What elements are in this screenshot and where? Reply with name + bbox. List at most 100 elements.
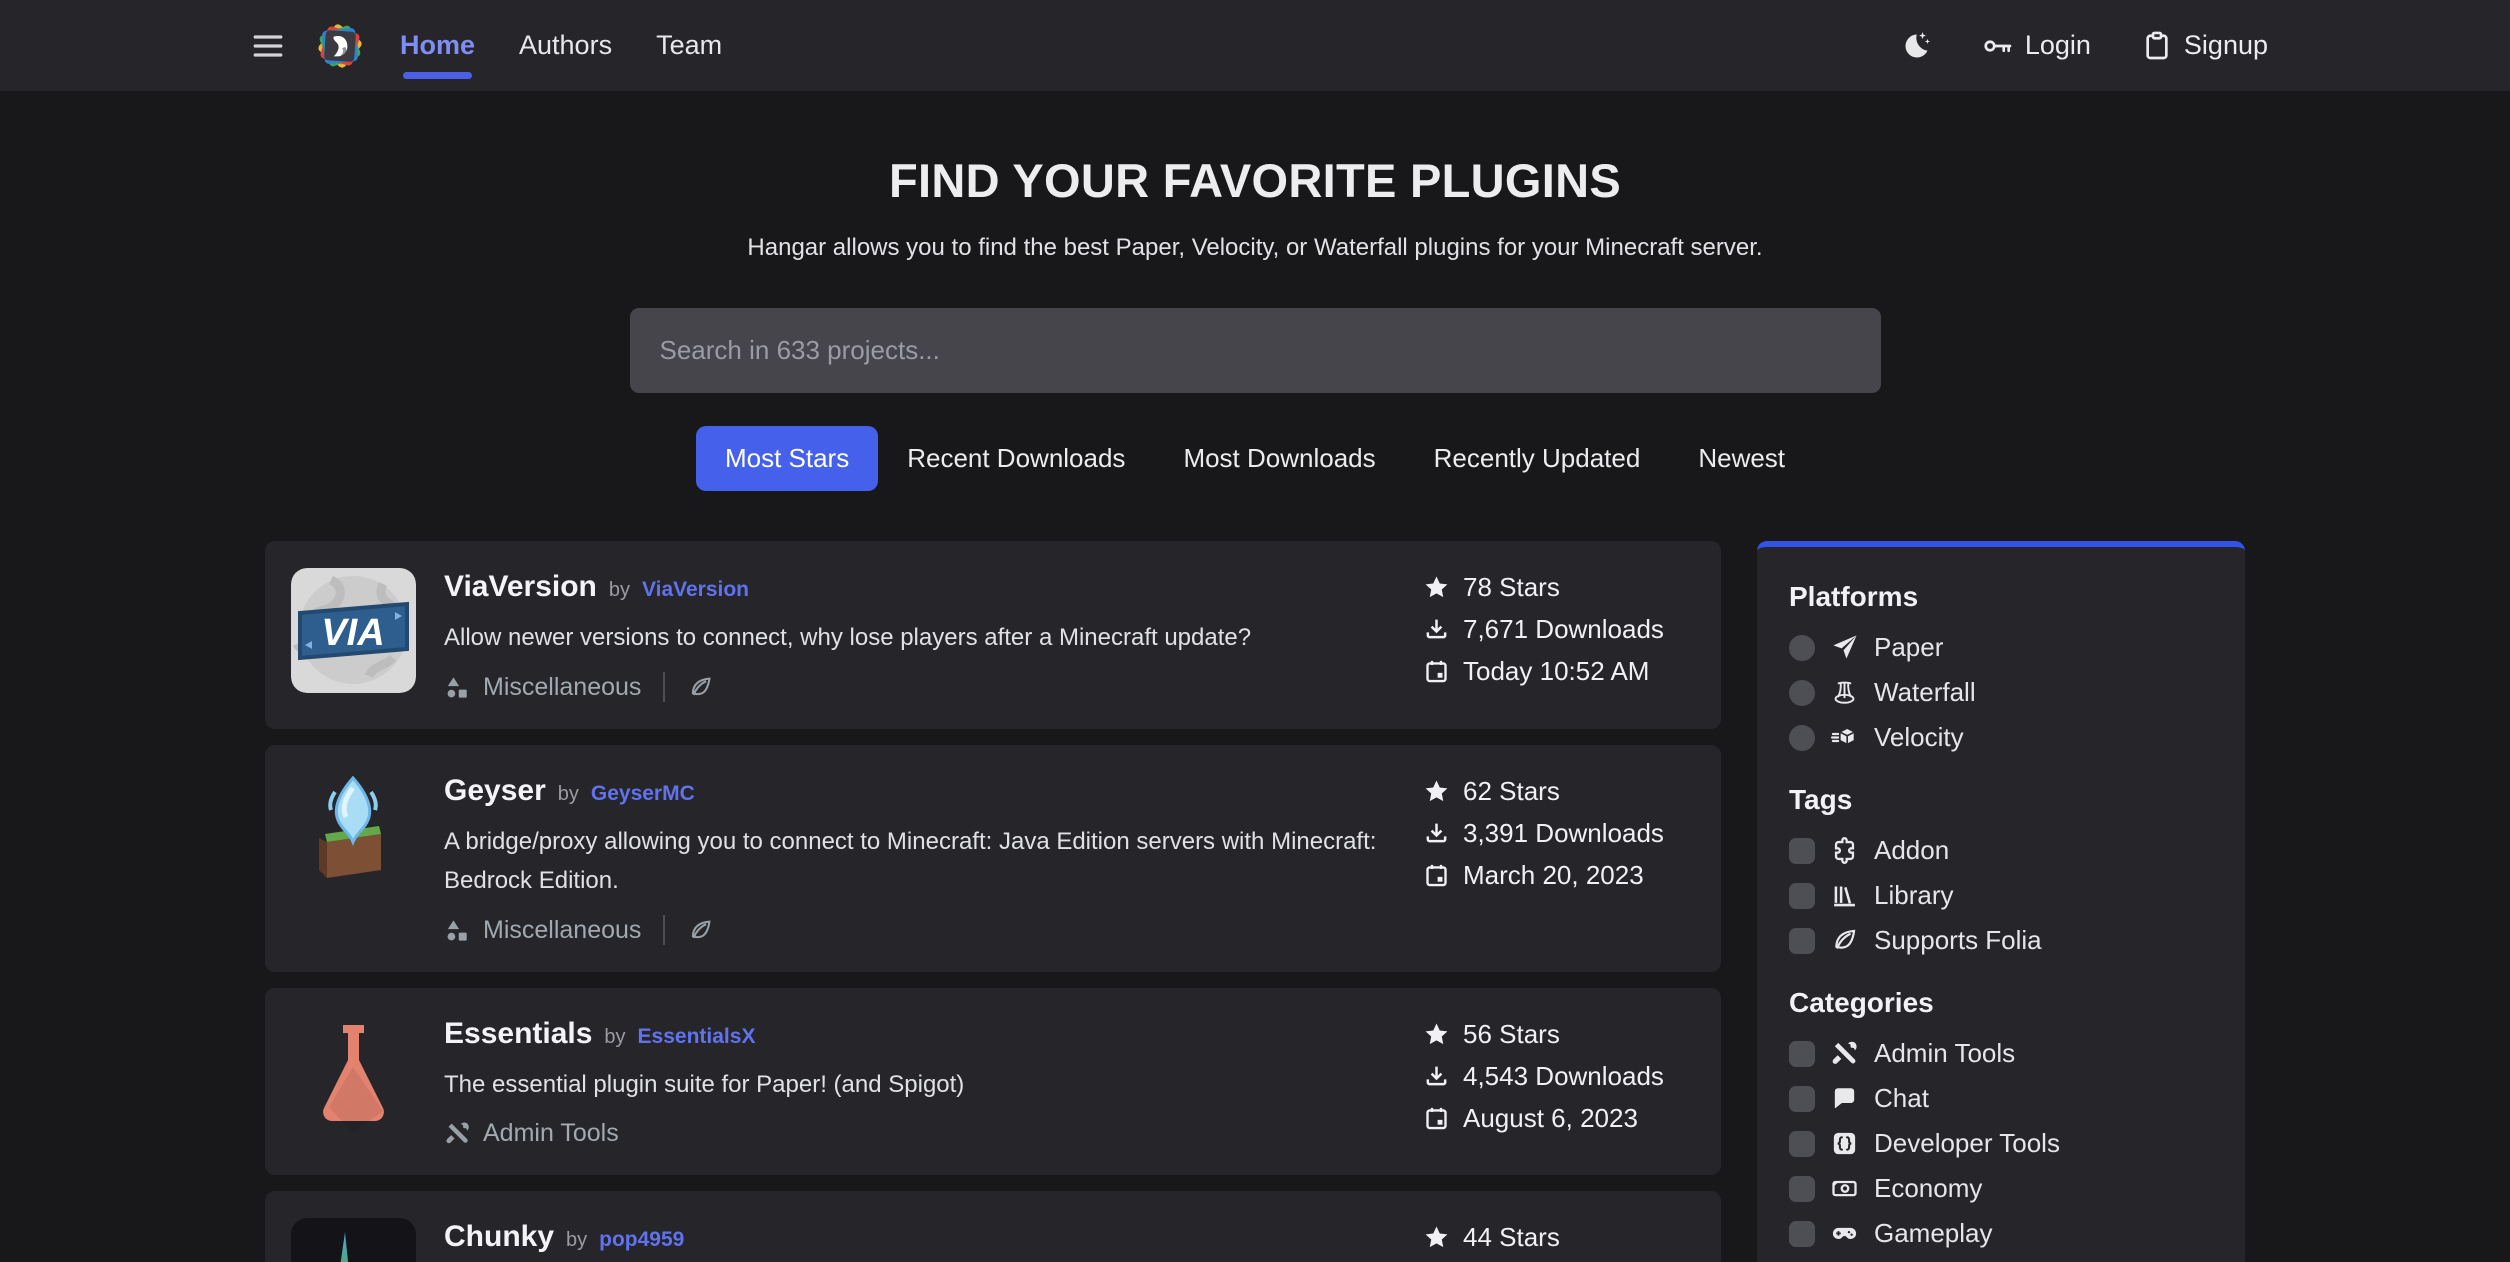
filter-sidebar: Platforms Paper Waterfall Velocity Tags — [1757, 541, 2245, 1262]
platform-filter-paper[interactable]: Paper — [1789, 625, 2213, 670]
category-label: Chat — [1874, 1083, 1929, 1114]
calendar-icon — [1423, 658, 1450, 685]
project-author-link[interactable]: pop4959 — [599, 1228, 684, 1252]
project-avatar-viaversion: VIA — [291, 568, 416, 693]
addon-checkbox[interactable] — [1789, 838, 1815, 864]
project-info: ViaVersion by ViaVersion Allow newer ver… — [444, 568, 1395, 702]
page-title: FIND YOUR FAVORITE PLUGINS — [0, 153, 2510, 208]
project-name[interactable]: Essentials — [444, 1017, 592, 1051]
tag-filter-supports-folia[interactable]: Supports Folia — [1789, 918, 2213, 963]
login-button[interactable]: Login — [1982, 30, 2091, 62]
supports-folia-checkbox[interactable] — [1789, 928, 1815, 954]
developer-tools-checkbox[interactable] — [1789, 1131, 1815, 1157]
project-author-link[interactable]: GeyserMC — [591, 782, 695, 806]
project-card-chunky[interactable]: Chunky by pop4959 44 Stars — [265, 1191, 1721, 1262]
nav-link-home[interactable]: Home — [398, 10, 477, 81]
project-avatar-essentials — [291, 1015, 416, 1140]
project-author-link[interactable]: EssentialsX — [638, 1025, 756, 1049]
category-label: Admin Tools — [1874, 1038, 2015, 1069]
downloads-count: 7,671 Downloads — [1463, 614, 1664, 645]
tag-label: Addon — [1874, 835, 1949, 866]
download-icon — [1423, 820, 1450, 847]
project-meta: Miscellaneous — [444, 672, 1395, 702]
page-subtitle: Hangar allows you to find the best Paper… — [0, 234, 2510, 262]
category-filter-gameplay[interactable]: Gameplay — [1789, 1211, 2213, 1256]
star-icon — [1423, 1224, 1450, 1251]
banknote-icon — [1830, 1174, 1859, 1203]
platform-filter-velocity[interactable]: Velocity — [1789, 715, 2213, 760]
admin-tools-checkbox[interactable] — [1789, 1041, 1815, 1067]
project-name[interactable]: Geyser — [444, 774, 546, 808]
main-content: VIA ViaVersion by ViaVersion Allow newer… — [265, 541, 2245, 1262]
tag-filter-addon[interactable]: Addon — [1789, 828, 2213, 873]
puzzle-icon — [1830, 836, 1859, 865]
signup-label: Signup — [2184, 30, 2268, 61]
dark-mode-moon-icon[interactable] — [1900, 30, 1932, 62]
miscellaneous-category-icon — [444, 917, 471, 944]
signup-button[interactable]: Signup — [2141, 30, 2268, 62]
tab-most-stars[interactable]: Most Stars — [696, 426, 878, 491]
search-input[interactable] — [630, 308, 1881, 393]
by-label: by — [558, 783, 579, 806]
tag-label: Supports Folia — [1874, 925, 2042, 956]
by-label: by — [609, 579, 630, 602]
top-navbar: Home Authors Team Login Signup — [0, 0, 2510, 91]
books-icon — [1830, 881, 1859, 910]
download-icon — [1423, 1063, 1450, 1090]
category-filter-economy[interactable]: Economy — [1789, 1166, 2213, 1211]
waterfall-radio[interactable] — [1789, 680, 1815, 706]
project-stats: 56 Stars 4,543 Downloads August 6, 2023 — [1423, 1015, 1695, 1148]
navbar-right: Login Signup — [1900, 30, 2268, 62]
project-author-link[interactable]: ViaVersion — [642, 578, 749, 602]
velocity-radio[interactable] — [1789, 725, 1815, 751]
project-list: VIA ViaVersion by ViaVersion Allow newer… — [265, 541, 1721, 1262]
project-stats: 78 Stars 7,671 Downloads Today 10:52 AM — [1423, 568, 1695, 702]
nav-link-team[interactable]: Team — [654, 10, 724, 81]
project-info: Geyser by GeyserMC A bridge/proxy allowi… — [444, 772, 1395, 945]
paper-radio[interactable] — [1789, 635, 1815, 661]
stars-count: 44 Stars — [1463, 1222, 1560, 1253]
category-label: Economy — [1874, 1173, 1982, 1204]
meta-divider — [663, 915, 665, 945]
hamburger-menu-icon[interactable] — [250, 28, 286, 64]
tab-recently-updated[interactable]: Recently Updated — [1405, 426, 1670, 491]
stars-count: 62 Stars — [1463, 776, 1560, 807]
tab-recent-downloads[interactable]: Recent Downloads — [878, 426, 1154, 491]
project-card-viaversion[interactable]: VIA ViaVersion by ViaVersion Allow newer… — [265, 541, 1721, 729]
tab-newest[interactable]: Newest — [1669, 426, 1814, 491]
project-name[interactable]: Chunky — [444, 1220, 554, 1254]
folia-leaf-icon — [687, 917, 714, 944]
tag-filter-library[interactable]: Library — [1789, 873, 2213, 918]
download-icon — [1423, 616, 1450, 643]
gameplay-checkbox[interactable] — [1789, 1221, 1815, 1247]
admin-tools-category-icon — [444, 1120, 471, 1147]
star-icon — [1423, 574, 1450, 601]
project-meta: Miscellaneous — [444, 915, 1395, 945]
project-avatar-chunky — [291, 1218, 416, 1262]
project-card-geyser[interactable]: Geyser by GeyserMC A bridge/proxy allowi… — [265, 745, 1721, 972]
category-filter-admin-tools[interactable]: Admin Tools — [1789, 1031, 2213, 1076]
hangar-logo[interactable] — [312, 18, 368, 74]
economy-checkbox[interactable] — [1789, 1176, 1815, 1202]
tab-most-downloads[interactable]: Most Downloads — [1154, 426, 1404, 491]
by-label: by — [566, 1229, 587, 1252]
paper-plane-icon — [1830, 633, 1859, 662]
platforms-title: Platforms — [1789, 581, 2213, 613]
category-filter-developer-tools[interactable]: Developer Tools — [1789, 1121, 2213, 1166]
platform-label: Waterfall — [1874, 677, 1976, 708]
library-checkbox[interactable] — [1789, 883, 1815, 909]
star-icon — [1423, 778, 1450, 805]
svg-text:VIA: VIA — [321, 612, 384, 654]
main-nav: Home Authors Team — [398, 10, 724, 81]
platform-filter-waterfall[interactable]: Waterfall — [1789, 670, 2213, 715]
calendar-icon — [1423, 862, 1450, 889]
nav-link-authors[interactable]: Authors — [517, 10, 614, 81]
category-filter-chat[interactable]: Chat — [1789, 1076, 2213, 1121]
project-name[interactable]: ViaVersion — [444, 570, 597, 604]
project-meta: Admin Tools — [444, 1119, 1395, 1148]
project-avatar-geyser — [291, 772, 416, 897]
chat-checkbox[interactable] — [1789, 1086, 1815, 1112]
project-card-essentials[interactable]: Essentials by EssentialsX The essential … — [265, 988, 1721, 1175]
project-info: Chunky by pop4959 — [444, 1218, 1395, 1262]
tags-section: Tags Addon Library Supports Folia — [1789, 784, 2213, 963]
